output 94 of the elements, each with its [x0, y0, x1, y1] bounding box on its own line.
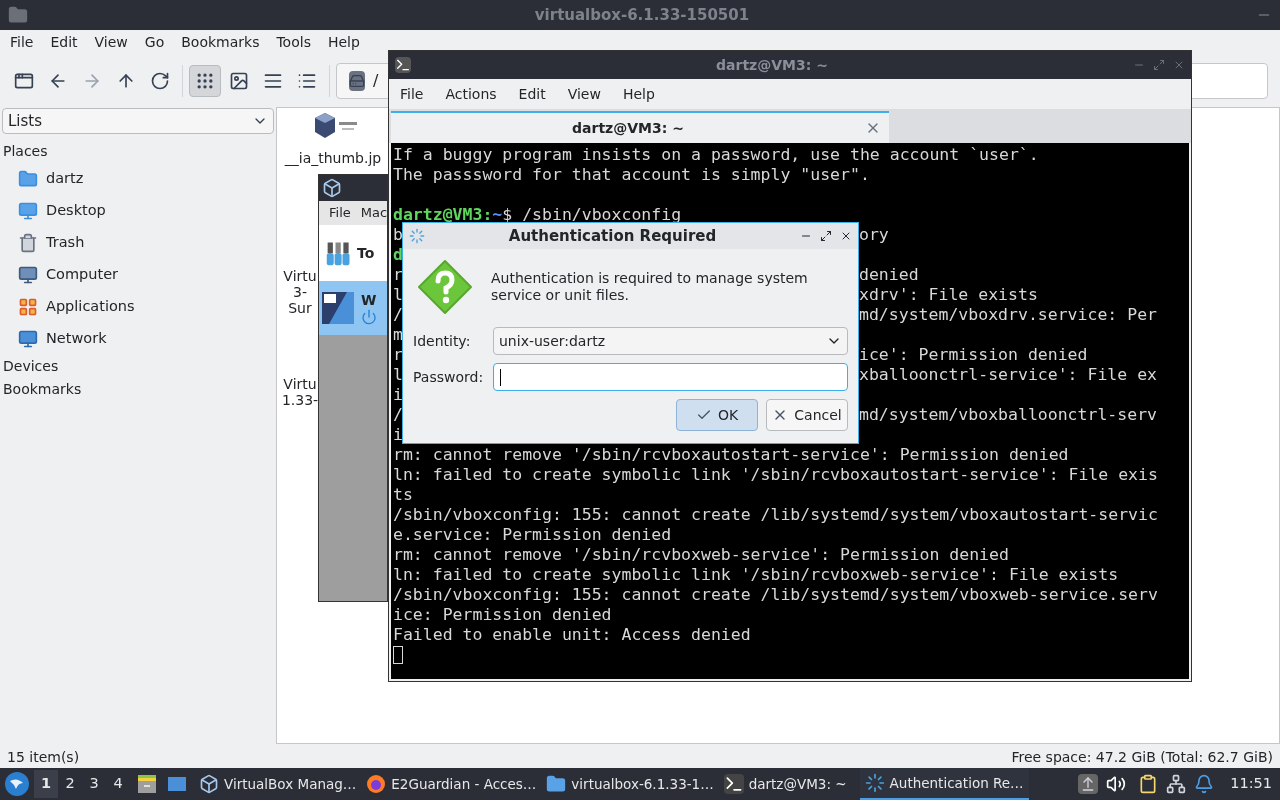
terminal-text: / [393, 405, 403, 424]
section-heading: Places [2, 142, 49, 161]
terminal-text: Failed to enable unit: Access denied [393, 625, 751, 644]
sidebar-item[interactable]: Desktop [2, 195, 274, 227]
section-heading: Bookmarks [2, 380, 83, 399]
terminal-text: rm: cannot remove '/sbin/rcvboxautostart-service': Permission denied [393, 445, 1069, 464]
menu-item[interactable]: File [3, 32, 41, 53]
menu-item[interactable]: View [560, 83, 608, 105]
window-title: virtualbox-6.1.33-150501 [533, 4, 751, 26]
section-heading: Devices [2, 357, 60, 376]
window-title: dartz@VM3: ~ [715, 55, 829, 75]
menu-item[interactable]: File [329, 203, 351, 223]
menu-item[interactable]: View [87, 32, 135, 53]
workspace-button[interactable]: 2 [58, 770, 82, 798]
terminal-text: /sbin/vboxconfig: 155: cannot create /lib/systemd/system/vboxweb-service.serv [393, 585, 1158, 604]
terminal-text: ice': Permission denied [859, 345, 1088, 365]
menu-item[interactable]: Actions [438, 83, 504, 105]
terminal-text: ln: failed to create symbolic link '/sbin/rcvboxweb-service': File exists [393, 565, 1119, 584]
place-label: Trash [46, 233, 85, 253]
place-label: Network [46, 329, 107, 349]
terminal-text: ice: Permission denied [393, 605, 612, 624]
file-name[interactable]: 1.33- [281, 392, 319, 408]
dialog-message: Authentication is required to manage system service or unit files. [491, 270, 809, 304]
identity-dropdown[interactable]: unix-user:dartz [493, 327, 848, 355]
prompt-user: dartz@VM3: [393, 205, 493, 224]
task-button[interactable]: E2Guardian - Acces… [361, 768, 542, 800]
terminal-tab[interactable]: dartz@VM3: ~ [391, 111, 889, 143]
place-label: Desktop [46, 201, 106, 221]
place-label: dartz [46, 169, 84, 189]
terminal-text: r [393, 265, 403, 284]
dialog-title: Authentication Required [507, 225, 718, 247]
menu-item[interactable]: Tools [269, 32, 318, 53]
terminal-text: l [393, 285, 403, 304]
free-space: Free space: 47.2 GiB (Total: 62.7 GiB) [1011, 747, 1273, 767]
terminal-text: md/system/vboxdrv.service: Per [859, 305, 1157, 325]
menu-item[interactable]: Go [137, 32, 172, 53]
prompt-path: ~ [492, 205, 503, 224]
terminal-command: $ /sbin/vboxconfig [502, 205, 682, 224]
cancel-button[interactable]: Cancel [766, 399, 848, 431]
terminal-text: r [393, 345, 403, 364]
terminal-text: /sbin/vboxconfig: 155: cannot create /lib/systemd/system/vboxautostart-servic [393, 505, 1158, 524]
file-name[interactable]: __ia_thumb.jp [284, 150, 382, 166]
workspace-button[interactable]: 4 [106, 770, 130, 798]
terminal-text: i [393, 425, 403, 444]
terminal-text: rm: cannot remove '/sbin/rcvboxweb-service': Permission denied [393, 545, 1009, 564]
terminal-text: / [393, 305, 403, 324]
place-label: Computer [46, 265, 119, 285]
places-dropdown[interactable]: Lists [2, 108, 274, 134]
sidebar-item[interactable]: Trash [2, 227, 274, 259]
task-button[interactable]: virtualbox-6.1.33-1… [541, 768, 719, 800]
terminal-text: ln: failed to create symbolic link '/sbin/rcvboxautostart-service': File exis [393, 465, 1158, 484]
identity-label: Identity: [413, 331, 472, 351]
task-button[interactable]: VirtualBox Manag… [194, 768, 362, 800]
password-label: Password: [413, 367, 485, 387]
vm-name: W [361, 291, 377, 309]
terminal-text: e.service: Permission denied [393, 525, 672, 544]
terminal-text: b [393, 225, 403, 244]
sidebar-item[interactable]: Network [2, 323, 274, 355]
terminal-text: md/system/vboxballoonctrl-serv [859, 405, 1157, 425]
clock[interactable]: 11:51 [1230, 773, 1272, 795]
terminal-text: denied [859, 265, 919, 285]
item-count: 15 item(s) [7, 747, 80, 767]
file-name[interactable]: Sur [288, 300, 312, 316]
menu-item[interactable]: Edit [511, 83, 553, 105]
workspace-button[interactable]: 1 [34, 770, 58, 798]
prompt-user: d [393, 245, 403, 264]
terminal-text: If a buggy program insists on a password, use the account `user`. [393, 145, 1039, 164]
terminal-text: xdrv': File exists [859, 285, 1038, 305]
terminal-text: The passsword for that account is simply "user". [393, 165, 870, 184]
sidebar-item[interactable]: dartz [2, 163, 274, 195]
tools-label[interactable]: To [357, 242, 375, 264]
file-name[interactable]: Virtu [283, 376, 317, 392]
menu-item[interactable]: Help [615, 83, 662, 105]
vm-list-item[interactable]: W [319, 281, 387, 335]
workspace-button[interactable]: 3 [82, 770, 106, 798]
terminal-text: ory [859, 225, 889, 245]
menu-item[interactable]: File [393, 83, 431, 105]
place-label: Applications [46, 297, 135, 317]
menu-item[interactable]: Bookmarks [174, 32, 267, 53]
sidebar-item[interactable]: Computer [2, 259, 274, 291]
terminal-text: xballoonctrl-service': File ex [859, 365, 1157, 385]
sidebar-item[interactable]: Applications [2, 291, 274, 323]
terminal-text: l [393, 365, 403, 384]
file-name[interactable]: Virtu [283, 268, 317, 284]
file-name[interactable]: 3- [293, 284, 307, 300]
task-button[interactable]: Authentication Re… [859, 768, 1029, 800]
terminal-text: i [393, 385, 403, 404]
menu-item[interactable]: Edit [43, 32, 85, 53]
menu-item[interactable]: Help [320, 32, 367, 53]
ok-button[interactable]: OK [676, 399, 758, 431]
terminal-text: m [393, 325, 403, 344]
task-button[interactable]: dartz@VM3: ~ [718, 768, 852, 800]
menu-item[interactable]: Mac [360, 203, 387, 223]
terminal-text: ts [393, 485, 413, 504]
